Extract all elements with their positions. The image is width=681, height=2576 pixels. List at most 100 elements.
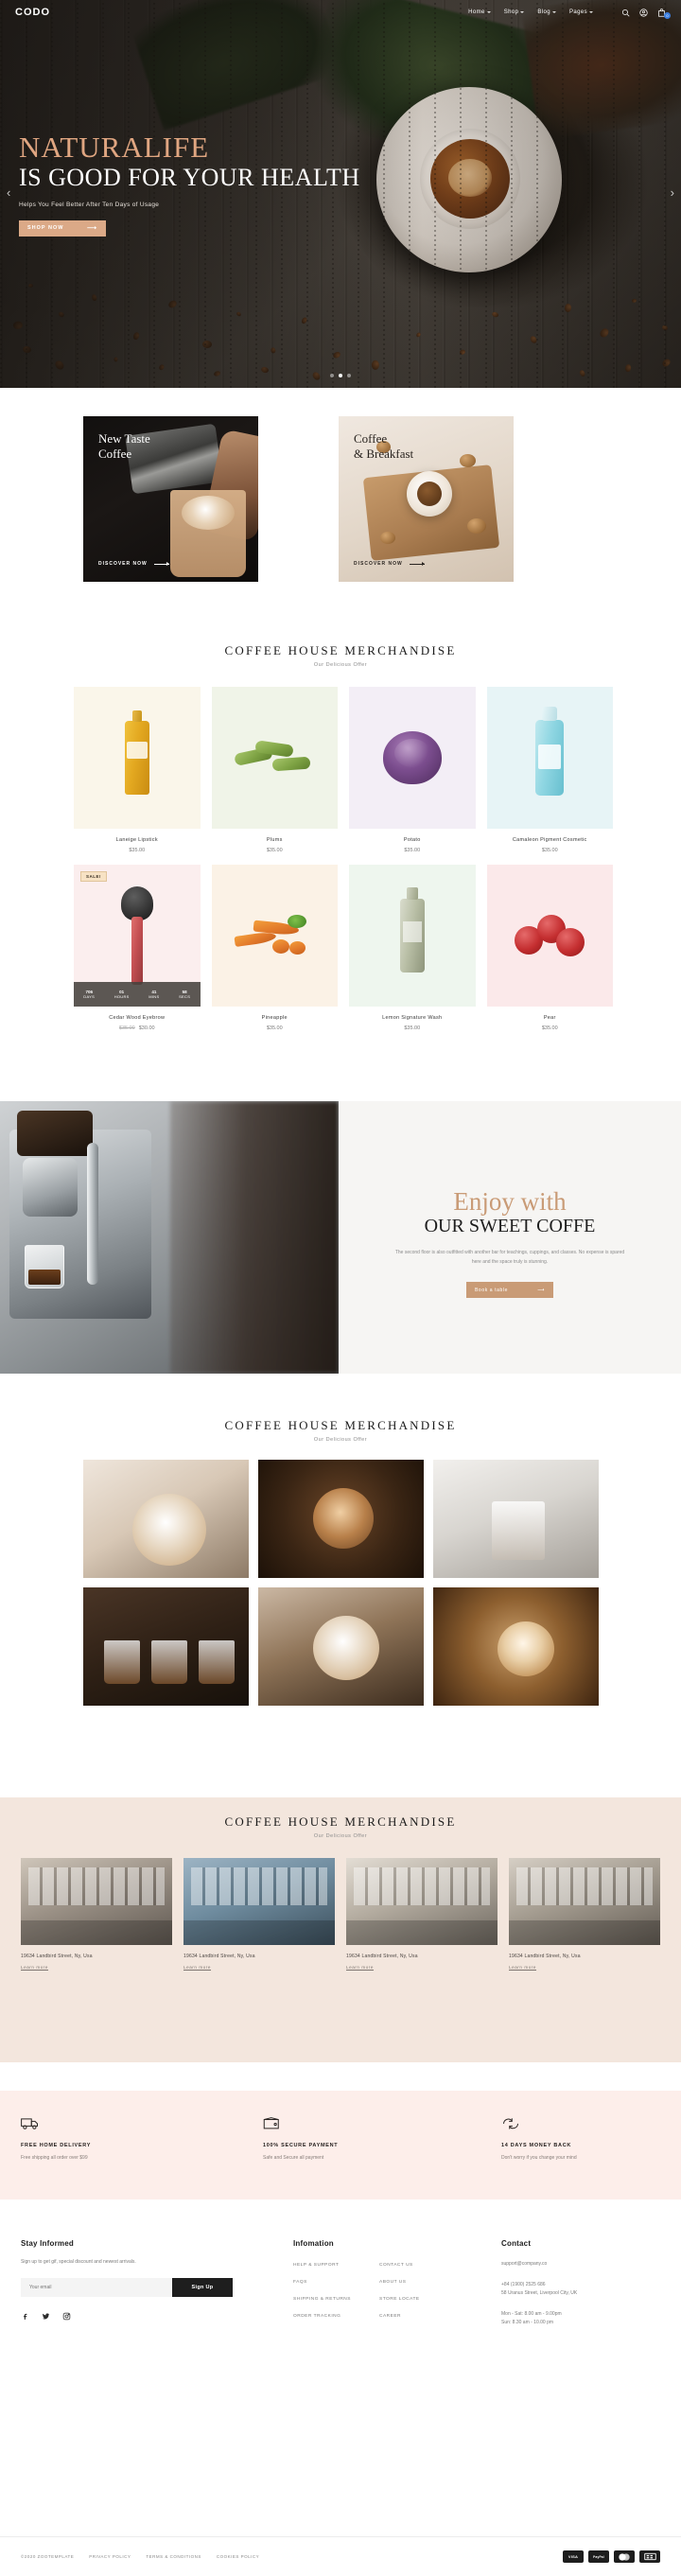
location-card[interactable]: 19634 Landbird Street, Ny, Usa Learn mor… — [183, 1858, 335, 1970]
footer-contact: Contact support@company.co +84 (1900) 25… — [501, 2239, 662, 2327]
footer-link-faqs[interactable]: FAQS — [293, 2280, 368, 2285]
sign-up-button[interactable]: Sign Up — [172, 2278, 233, 2297]
gallery-image[interactable] — [433, 1460, 599, 1578]
product-card[interactable]: Potato $35.00 — [349, 687, 476, 853]
location-learn-more-link[interactable]: Learn more — [21, 1965, 172, 1970]
product-price: $35.00 — [129, 848, 146, 853]
pineapple-art — [229, 913, 320, 958]
instagram-icon[interactable] — [62, 2312, 71, 2321]
nav-item-pages[interactable]: Pages — [569, 9, 593, 15]
location-address: 19634 Landbird Street, Ny, Usa — [346, 1954, 418, 1959]
chevron-down-icon — [520, 11, 525, 13]
site-header: CODO Home Shop Blog Pages 0 — [0, 0, 681, 25]
footer-link-store-locate[interactable]: STORE LOCATE — [379, 2297, 454, 2302]
cart-icon[interactable]: 0 — [657, 8, 671, 19]
section-header: COFFEE HOUSE MERCHANDISE Our Delicious O… — [0, 1405, 681, 1443]
gallery-image[interactable] — [258, 1587, 424, 1706]
footer-link-shipping-returns[interactable]: SHIPPING & RETURNS — [293, 2297, 368, 2302]
arrow-right-icon: ⟶ — [537, 1287, 545, 1293]
footer-bottom-links: ©2020 ZOOTEMPLATE PRIVACY POLICY TERMS &… — [21, 2554, 259, 2559]
location-image — [183, 1858, 335, 1945]
footer-link-order-tracking[interactable]: ORDER TRACKING — [293, 2314, 368, 2319]
location-learn-more-link[interactable]: Learn more — [183, 1965, 335, 1970]
gallery-image[interactable] — [83, 1587, 249, 1706]
product-grid: Laneige Lipstick $35.00 Plums $35.00 Pot… — [74, 687, 613, 1031]
account-icon[interactable] — [639, 8, 648, 17]
carousel-prev-button[interactable]: ‹ — [7, 185, 10, 200]
gallery-image[interactable] — [83, 1460, 249, 1578]
carousel-dots — [0, 374, 681, 377]
refresh-icon — [501, 2117, 520, 2132]
carousel-dot[interactable] — [330, 374, 334, 377]
product-card[interactable]: Lemon Signature Wash $35.00 — [349, 865, 476, 1031]
search-icon[interactable] — [621, 9, 630, 17]
product-thumb — [211, 865, 338, 1007]
footer-link-contact-us[interactable]: CONTACT US — [379, 2263, 454, 2268]
pear-art — [509, 911, 590, 960]
product-card[interactable]: Camaleon Pigment Cosmetic $35.00 — [486, 687, 613, 853]
feature-title: 100% SECURE PAYMENT — [263, 2143, 339, 2148]
feature-free-delivery: FREE HOME DELIVERY Free shipping all ord… — [21, 2117, 219, 2161]
footer-link-help-support[interactable]: HELP & SUPPORT — [293, 2263, 368, 2268]
wallet-icon — [263, 2117, 282, 2132]
twitter-icon[interactable] — [42, 2312, 50, 2321]
hero-subtitle: Helps You Feel Better After Ten Days of … — [19, 201, 160, 208]
machine-tube-art — [87, 1143, 98, 1285]
facebook-icon[interactable] — [21, 2312, 29, 2321]
carousel-next-button[interactable]: › — [671, 185, 674, 200]
footer-link-cookies-policy[interactable]: COOKIES POLICY — [217, 2554, 259, 2559]
product-price: $35.00 — [266, 1025, 283, 1031]
promo-link-label: DISCOVER NOW — [354, 561, 403, 567]
location-card[interactable]: 19634 Landbird Street, Ny, Usa Learn mor… — [509, 1858, 660, 1970]
gallery-image[interactable] — [433, 1587, 599, 1706]
nut-art — [467, 518, 486, 534]
logo[interactable]: CODO — [15, 7, 50, 18]
promo-title: Coffee & Breakfast — [354, 431, 414, 462]
shop-now-button[interactable]: SHOP NOW ⟶ — [19, 219, 106, 237]
product-price: $35.00 $30.00 — [74, 1025, 201, 1031]
product-price: $35.00 — [404, 1025, 421, 1031]
nav-item-shop[interactable]: Shop — [504, 9, 525, 15]
carousel-dot-active[interactable] — [339, 374, 342, 377]
feature-secure-payment: 100% SECURE PAYMENT Safe and Secure all … — [263, 2117, 462, 2161]
contact-email[interactable]: support@company.co — [501, 2260, 662, 2269]
location-learn-more-link[interactable]: Learn more — [346, 1965, 498, 1970]
visa-icon: VISA — [563, 2550, 584, 2563]
hours-sunday: Sun: 8.30 am - 10.00 pm — [501, 2320, 554, 2325]
footer-link-career[interactable]: CAREER — [379, 2314, 454, 2319]
location-address: 19634 Landbird Street, Ny, Usa — [21, 1954, 93, 1959]
promo-discover-link[interactable]: DISCOVER NOW — [354, 561, 425, 567]
promo-card-coffee-breakfast[interactable]: Coffee & Breakfast DISCOVER NOW — [339, 416, 514, 582]
nav-item-blog[interactable]: Blog — [537, 9, 556, 15]
chevron-down-icon — [486, 11, 491, 13]
footer-link-terms-conditions[interactable]: TERMS & CONDITIONS — [146, 2554, 201, 2559]
promo-discover-link[interactable]: DISCOVER NOW — [98, 561, 169, 567]
promo-card-new-taste[interactable]: New Taste Coffee DISCOVER NOW — [83, 416, 258, 582]
product-card[interactable]: Laneige Lipstick $35.00 — [74, 687, 201, 853]
location-learn-more-link[interactable]: Learn more — [509, 1965, 660, 1970]
footer-link-privacy-policy[interactable]: PRIVACY POLICY — [89, 2554, 131, 2559]
product-card[interactable]: Pear $35.00 — [486, 865, 613, 1031]
contact-phone[interactable]: +84 (1900) 2525 686 — [501, 2281, 662, 2289]
gallery-image[interactable] — [258, 1460, 424, 1578]
site-footer: Stay Informed Sign up to get gif, specia… — [0, 2199, 681, 2576]
hero-banner: NATURALIFE IS GOOD FOR YOUR HEALTH Helps… — [0, 0, 681, 388]
location-card[interactable]: 19634 Landbird Street, Ny, Usa Learn mor… — [346, 1858, 498, 1970]
nav-label: Home — [468, 9, 485, 15]
arrow-right-icon: ⟶ — [86, 225, 97, 233]
book-a-table-button[interactable]: Book a table ⟶ — [466, 1282, 553, 1299]
product-card-sale[interactable]: SALE! 706 DAYS 01 HOURS 41 MINS 58 SECS … — [74, 865, 201, 1031]
coffee-cup-art — [407, 471, 452, 517]
main-navigation: Home Shop Blog Pages 0 — [468, 8, 671, 19]
email-input[interactable] — [21, 2278, 172, 2297]
product-card[interactable]: Plums $35.00 — [211, 687, 338, 853]
footer-link-about-us[interactable]: ABOUT US — [379, 2280, 454, 2285]
countdown-unit: SECS — [179, 994, 191, 1000]
product-card[interactable]: Pineapple $35.00 — [211, 865, 338, 1031]
product-name: Plums — [266, 837, 283, 843]
product-price: $35.00 — [541, 848, 558, 853]
section-subtitle: Our Delicious Offer — [313, 1437, 368, 1443]
location-card[interactable]: 19634 Landbird Street, Ny, Usa Learn mor… — [21, 1858, 172, 1970]
nav-item-home[interactable]: Home — [468, 9, 491, 15]
carousel-dot[interactable] — [347, 374, 351, 377]
